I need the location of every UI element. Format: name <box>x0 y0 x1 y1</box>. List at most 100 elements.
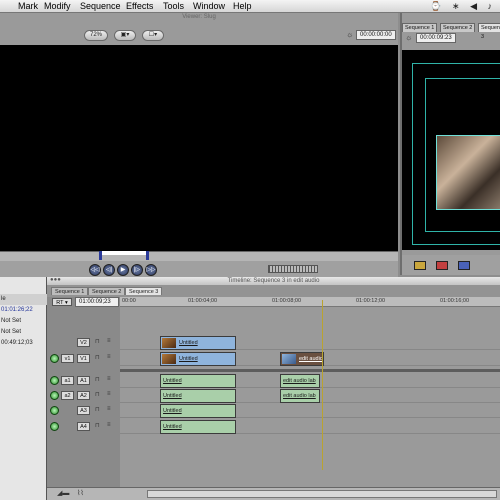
overwrite-edit-button[interactable] <box>436 261 448 270</box>
audio-clip[interactable]: Untitled <box>160 420 236 434</box>
view-options-popup[interactable]: ▣▾ <box>114 30 136 41</box>
track-name[interactable]: A1 <box>77 376 90 385</box>
track-audible-toggle[interactable] <box>50 422 59 431</box>
canvas-tab-sequence-3[interactable]: Sequence 3 <box>478 23 500 40</box>
audio-clip[interactable]: Untitled <box>160 404 236 418</box>
track-audible-toggle[interactable] <box>50 406 59 415</box>
auto-select-icon[interactable]: ≡ <box>107 422 111 428</box>
clip-thumbnail <box>162 338 176 348</box>
video-clip[interactable]: Untitled <box>160 336 236 350</box>
clip-label: Untitled <box>163 424 182 430</box>
menu-modify[interactable]: Modify <box>44 1 71 11</box>
clip-overlays-icon[interactable]: ⌇⌇ <box>77 489 84 497</box>
track-name[interactable]: A4 <box>77 422 90 431</box>
auto-select-icon[interactable]: ≡ <box>107 338 111 344</box>
menu-help[interactable]: Help <box>233 1 252 11</box>
menu-tools[interactable]: Tools <box>163 1 184 11</box>
track-name[interactable]: A2 <box>77 391 90 400</box>
clip-thumbnail <box>162 354 176 364</box>
menu-window[interactable]: Window <box>193 1 225 11</box>
lock-icon[interactable]: ⊓ <box>95 354 100 361</box>
playhead[interactable] <box>322 300 323 470</box>
clip-label: Untitled <box>163 408 182 414</box>
timeline-tab-sequence-3[interactable]: Sequence 3 <box>125 287 163 295</box>
jog-control[interactable] <box>268 265 318 273</box>
fast-forward-button[interactable]: ▷▷ <box>145 264 157 276</box>
canvas-tab-sequence-2[interactable]: Sequence 2 <box>440 23 476 32</box>
track-name[interactable]: A3 <box>77 406 90 415</box>
viewer-timecode-field[interactable]: 00:00:00:00 <box>356 30 396 40</box>
timeline-ruler[interactable]: 00:00 01:00:04;00 01:00:08;00 01:00:12;0… <box>120 297 500 307</box>
browser-panel: le 01:01:26;22 Not Set Not Set 00:49:12;… <box>0 277 47 500</box>
timeline-tracks-area[interactable]: Untitled Untitled edit audio Untitled ed… <box>120 307 500 487</box>
clip-label: Untitled <box>179 340 198 346</box>
menu-effects[interactable]: Effects <box>126 1 153 11</box>
video-clip[interactable]: edit audio <box>280 352 324 366</box>
viewer-video-area <box>0 45 398 251</box>
lock-icon[interactable]: ⊓ <box>95 406 100 413</box>
lock-icon[interactable]: ⊓ <box>95 391 100 398</box>
overlay-options-popup[interactable]: ☐▾ <box>142 30 164 41</box>
replace-edit-button[interactable] <box>458 261 470 270</box>
insert-edit-button[interactable] <box>414 261 426 270</box>
track-header-v1: v1 V1 ⊓ ≡ <box>47 352 120 366</box>
track-source[interactable]: a2 <box>61 391 74 400</box>
lock-icon[interactable]: ⊓ <box>95 422 100 429</box>
canvas-image-frame[interactable] <box>436 135 500 210</box>
track-header-a2: a2 A2 ⊓ ≡ <box>47 389 120 403</box>
auto-select-icon[interactable]: ≡ <box>107 376 111 382</box>
clip-label: Untitled <box>163 393 182 399</box>
track-name[interactable]: V2 <box>77 338 90 347</box>
zoom-popup[interactable]: 72% <box>84 30 108 41</box>
audio-clip[interactable]: Untitled <box>160 389 236 403</box>
browser-out-value[interactable]: Not Set <box>0 327 47 338</box>
auto-select-icon[interactable]: ≡ <box>107 406 111 412</box>
ruler-label: 00:00 <box>122 298 136 304</box>
out-point-marker[interactable] <box>146 251 149 260</box>
timeline-title: Timeline: Sequence 3 in edit audio <box>47 277 500 285</box>
lock-icon[interactable]: ⊓ <box>95 338 100 345</box>
audio-clip[interactable]: edit audio lab <box>280 374 320 388</box>
timeline-tab-sequence-1[interactable]: Sequence 1 <box>51 287 89 295</box>
ruler-label: 01:00:08;00 <box>272 298 302 304</box>
ruler-label: 01:00:16;00 <box>440 298 470 304</box>
auto-select-icon[interactable]: ≡ <box>107 354 111 360</box>
clip-thumbnail <box>282 354 296 364</box>
rewind-button[interactable]: ◁◁ <box>89 264 101 276</box>
in-point-marker[interactable] <box>99 251 102 260</box>
rt-popup[interactable]: RT ▾ <box>52 298 72 306</box>
track-visibility-toggle[interactable] <box>50 354 59 363</box>
menu-mark[interactable]: Mark <box>18 1 38 11</box>
timeline-scrollbar[interactable] <box>147 490 497 498</box>
track-name[interactable]: V1 <box>77 354 90 363</box>
audio-clip[interactable]: Untitled <box>160 374 236 388</box>
auto-select-icon[interactable]: ≡ <box>107 391 111 397</box>
ruler-label: 01:00:04;00 <box>188 298 218 304</box>
track-source[interactable]: v1 <box>61 354 74 363</box>
timeline-timecode-field[interactable]: 01:00:09;23 <box>75 297 119 307</box>
track-header-v2: V2 ⊓ ≡ <box>47 336 120 350</box>
step-forward-button[interactable]: |▷ <box>131 264 143 276</box>
timeline-tab-sequence-2[interactable]: Sequence 2 <box>88 287 126 295</box>
canvas-timecode-field[interactable]: 00:00:09:23 <box>416 33 456 43</box>
video-clip[interactable]: Untitled <box>160 352 236 366</box>
video-audio-divider[interactable] <box>120 369 500 372</box>
track-audible-toggle[interactable] <box>50 391 59 400</box>
browser-in-value[interactable]: Not Set <box>0 316 47 327</box>
browser-duration-value[interactable]: 01:01:26;22 <box>0 305 47 316</box>
zoom-slider-icon[interactable]: ◢▬ <box>57 489 69 497</box>
canvas-tab-sequence-1[interactable]: Sequence 1 <box>402 23 438 32</box>
track-source[interactable]: a1 <box>61 376 74 385</box>
browser-length-value[interactable]: 00:49:12;03 <box>0 338 47 349</box>
window-controls-icon[interactable]: ●●● <box>50 277 61 283</box>
viewer-scrubber-bar[interactable] <box>0 251 398 261</box>
menu-sequence[interactable]: Sequence <box>80 1 121 11</box>
step-back-button[interactable]: ◁| <box>103 264 115 276</box>
play-button[interactable]: ▶ <box>117 264 129 276</box>
canvas-video-area <box>402 50 500 250</box>
track-header-a3: A3 ⊓ ≡ <box>47 404 120 418</box>
timeline-window: Timeline: Sequence 3 in edit audio ●●● S… <box>47 277 500 500</box>
track-audible-toggle[interactable] <box>50 376 59 385</box>
lock-icon[interactable]: ⊓ <box>95 376 100 383</box>
audio-clip[interactable]: edit audio lab <box>280 389 320 403</box>
